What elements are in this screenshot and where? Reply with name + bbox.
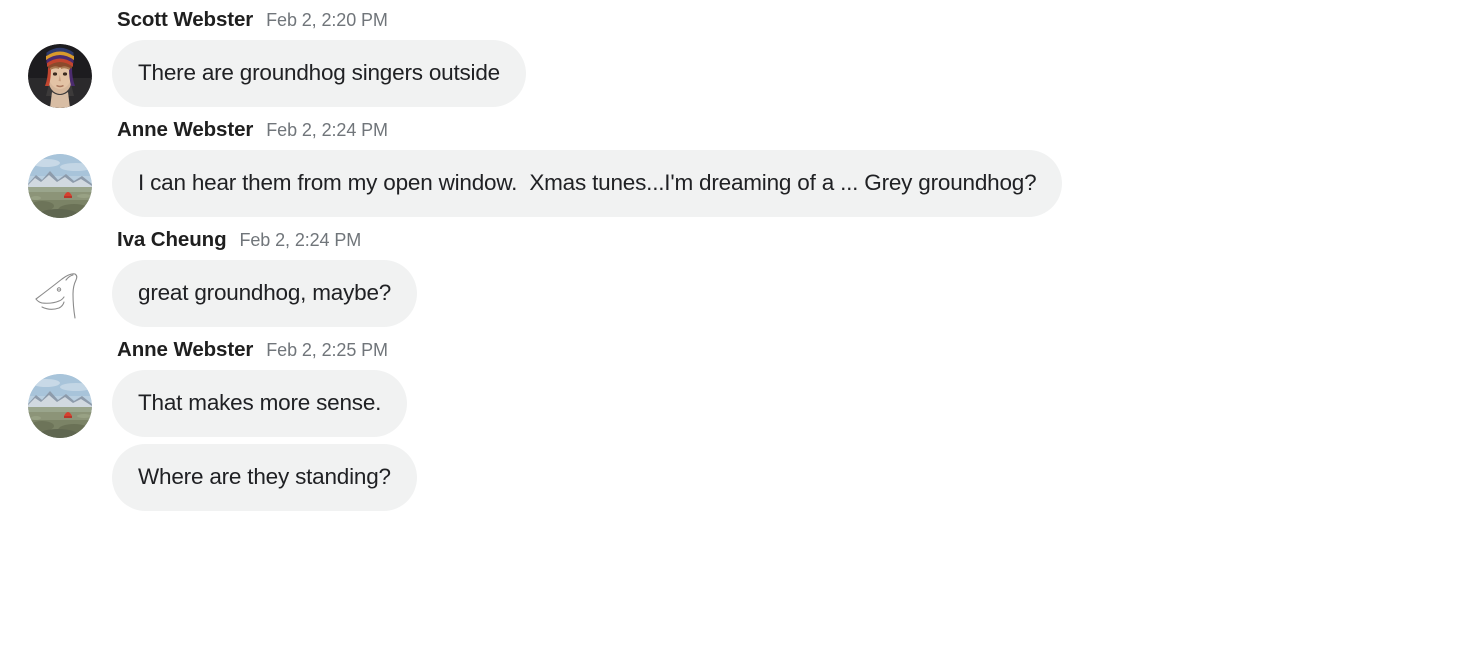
message-group-body: Iva Cheung Feb 2, 2:24 PM great groundho… (94, 228, 1480, 327)
message-bubble[interactable]: There are groundhog singers outside (112, 40, 526, 107)
message-group: Scott Webster Feb 2, 2:20 PM There are g… (0, 8, 1480, 108)
message-bubble[interactable]: great groundhog, maybe? (112, 260, 418, 327)
message-timestamp: Feb 2, 2:20 PM (266, 10, 388, 30)
avatar[interactable] (28, 44, 92, 108)
avatar[interactable] (28, 374, 92, 438)
message-group: Anne Webster Feb 2, 2:24 PM I can hear t… (0, 118, 1480, 218)
message-group: Anne Webster Feb 2, 2:25 PM That makes m… (0, 338, 1480, 511)
avatar-slot (26, 228, 94, 328)
chat-message-thread: Scott Webster Feb 2, 2:20 PM There are g… (0, 8, 1480, 648)
sender-name: Anne Webster (117, 118, 254, 141)
message-meta: Anne Webster Feb 2, 2:25 PM (112, 338, 388, 362)
avatar-slot (26, 118, 94, 218)
message-timestamp: Feb 2, 2:25 PM (266, 340, 388, 360)
message-group-body: Scott Webster Feb 2, 2:20 PM There are g… (94, 8, 1480, 107)
sender-name: Scott Webster (117, 8, 254, 31)
message-timestamp: Feb 2, 2:24 PM (266, 120, 388, 140)
message-meta: Iva Cheung Feb 2, 2:24 PM (112, 228, 361, 252)
avatar-slot (26, 338, 94, 438)
message-meta: Scott Webster Feb 2, 2:20 PM (112, 8, 388, 32)
avatar[interactable] (28, 264, 92, 328)
sender-name: Iva Cheung (117, 228, 227, 251)
avatar[interactable] (28, 154, 92, 218)
message-timestamp: Feb 2, 2:24 PM (239, 230, 362, 250)
message-bubble[interactable]: That makes more sense. (112, 370, 408, 437)
sender-name: Anne Webster (117, 338, 254, 361)
message-meta: Anne Webster Feb 2, 2:24 PM (112, 118, 388, 142)
message-bubble[interactable]: I can hear them from my open window. Xma… (112, 150, 1063, 217)
avatar-slot (26, 8, 94, 108)
message-group-body: Anne Webster Feb 2, 2:25 PM That makes m… (94, 338, 1480, 511)
message-group-body: Anne Webster Feb 2, 2:24 PM I can hear t… (94, 118, 1480, 217)
message-bubble[interactable]: Where are they standing? (112, 444, 417, 511)
message-group: Iva Cheung Feb 2, 2:24 PM great groundho… (0, 228, 1480, 328)
